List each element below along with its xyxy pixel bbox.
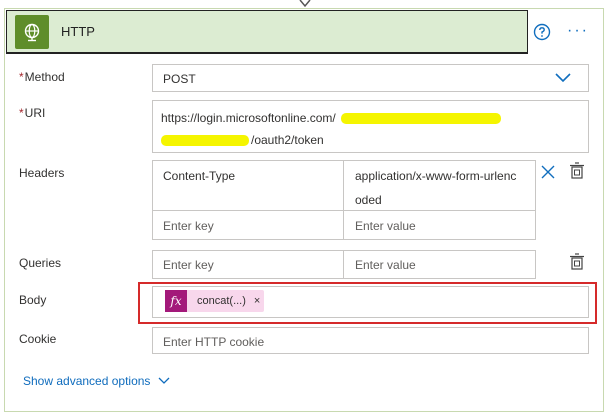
header-key-input[interactable]: Enter key (152, 210, 344, 240)
method-select[interactable]: POST (152, 64, 589, 92)
globe-icon (15, 14, 49, 49)
token-label: concat(...) (197, 295, 246, 307)
headers-label: Headers (19, 166, 65, 180)
query-key-input[interactable]: Enter key (152, 250, 344, 279)
queries-label: Queries (19, 256, 62, 270)
method-label: *Method (19, 70, 65, 84)
chevron-down-icon (158, 377, 170, 384)
header-value-input[interactable]: Enter value (343, 210, 536, 240)
cookie-label: Cookie (19, 332, 57, 346)
switch-mode-icon[interactable] (569, 162, 585, 180)
uri-line-1: https://login.microsoftonline.com/ (161, 111, 336, 125)
card-header[interactable]: HTTP (6, 10, 528, 54)
fx-icon: fx (165, 290, 187, 312)
close-icon[interactable] (540, 164, 556, 180)
card-title: HTTP (61, 24, 95, 39)
more-options-icon[interactable]: ··· (567, 23, 593, 40)
query-value-input[interactable]: Enter value (343, 250, 536, 279)
connector-arrow-icon (299, 0, 311, 8)
header-key-input[interactable]: Content-Type (152, 160, 344, 211)
uri-line-2: /oauth2/token (251, 133, 324, 147)
expression-token[interactable]: fx concat(...) × (165, 290, 265, 312)
body-label: Body (19, 293, 47, 307)
help-icon[interactable] (533, 23, 551, 41)
chevron-down-icon (555, 73, 571, 83)
cookie-input[interactable]: Enter HTTP cookie (152, 327, 589, 354)
show-advanced-options-link[interactable]: Show advanced options (23, 374, 170, 388)
method-value: POST (163, 72, 196, 86)
uri-input[interactable]: https://login.microsoftonline.com/ /oaut… (152, 100, 589, 153)
header-value-input[interactable]: application/x-www-form-urlenc oded (343, 160, 536, 211)
redaction-mark (161, 135, 249, 146)
redaction-mark (341, 113, 501, 124)
switch-mode-icon[interactable] (569, 253, 585, 271)
uri-label: *URI (19, 106, 46, 120)
token-remove-button[interactable]: × (254, 295, 260, 307)
